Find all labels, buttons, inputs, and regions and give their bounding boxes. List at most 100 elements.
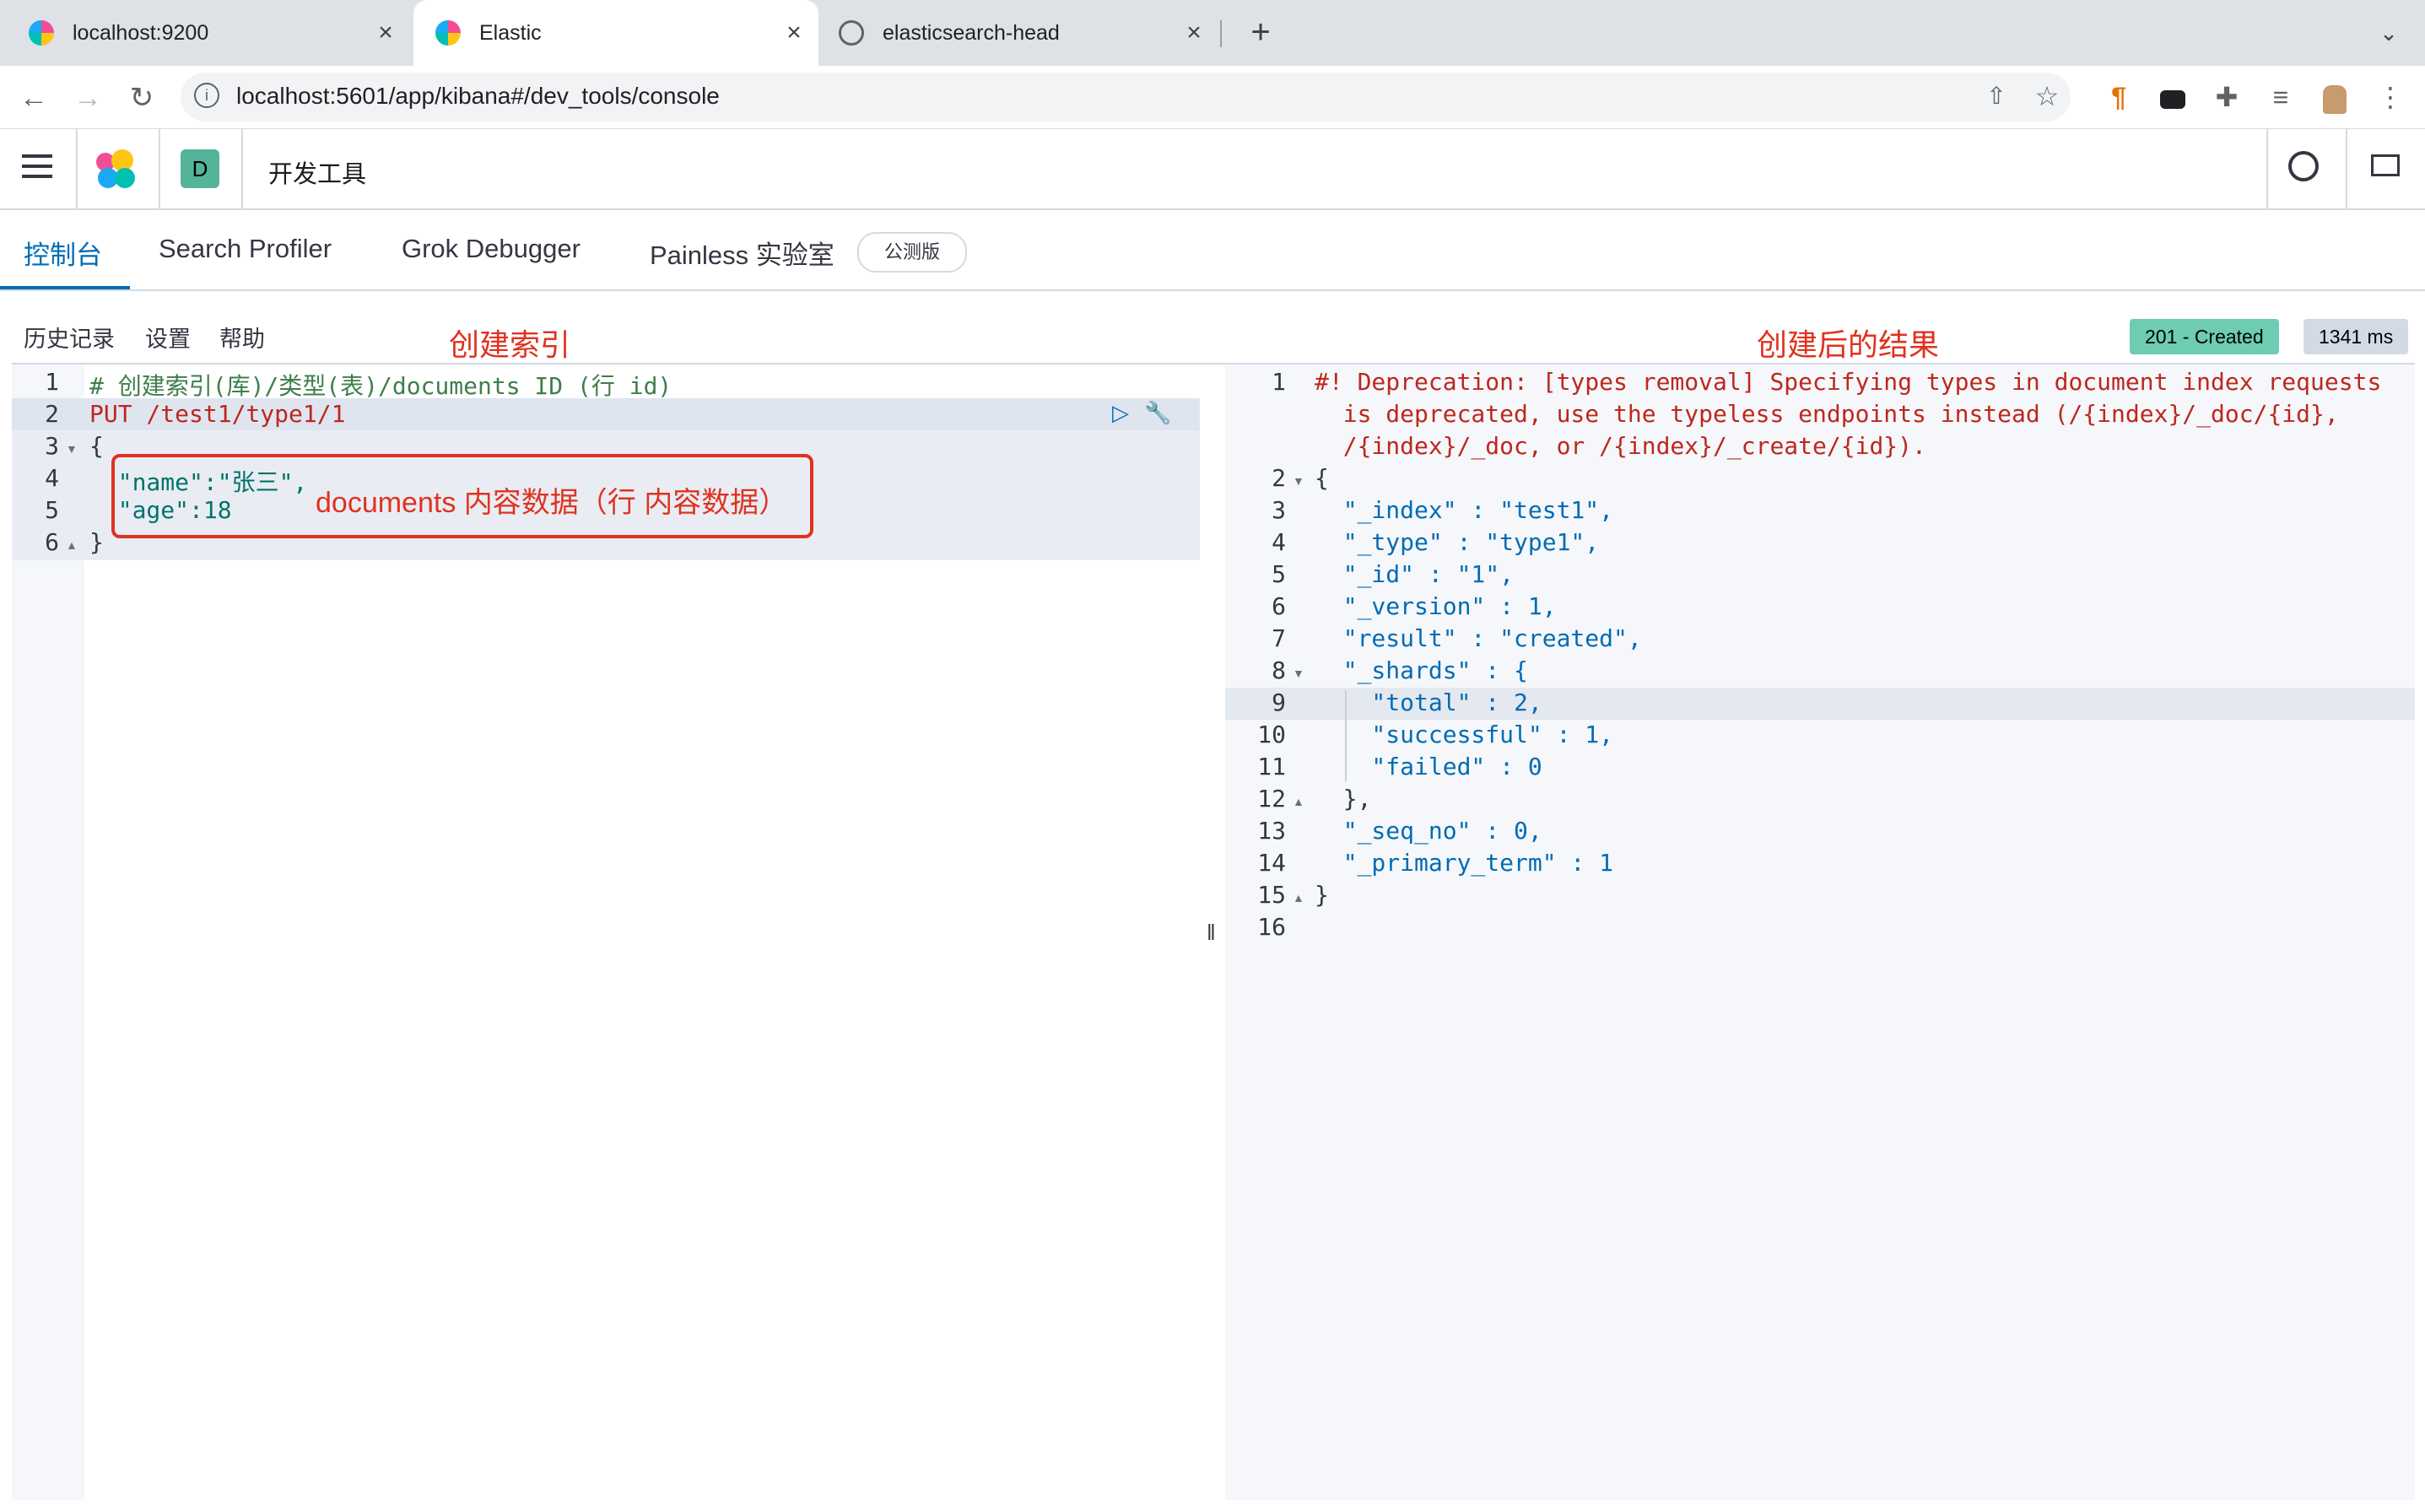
help-lifebuoy-icon[interactable] bbox=[2288, 151, 2319, 181]
line-number: 6 bbox=[45, 528, 59, 556]
resize-handle-icon[interactable]: ‖ bbox=[1207, 920, 1216, 946]
fold-open-icon[interactable]: ▼ bbox=[1293, 667, 1304, 680]
close-icon[interactable]: × bbox=[781, 20, 807, 46]
profile-avatar-icon[interactable] bbox=[2317, 79, 2352, 115]
info-icon[interactable]: i bbox=[194, 83, 219, 108]
line-number: 2 bbox=[45, 400, 59, 428]
code-line: "result" : "created", bbox=[1315, 624, 1642, 652]
response-code: #! Deprecation: [types removal] Specifyi… bbox=[1315, 368, 2381, 945]
header-divider bbox=[159, 129, 160, 208]
code-line-comment: # 创建索引(库)/类型(表)/documents ID (行 id) bbox=[89, 372, 672, 400]
address-bar[interactable]: i localhost:5601/app/kibana#/dev_tools/c… bbox=[181, 73, 2071, 122]
share-icon[interactable]: ⇧ bbox=[1979, 79, 2013, 113]
settings-link[interactable]: 设置 bbox=[145, 321, 191, 354]
code-line: "_type" : "type1", bbox=[1315, 528, 1600, 556]
space-avatar[interactable]: D bbox=[181, 149, 219, 188]
mail-icon[interactable] bbox=[2371, 154, 2400, 176]
code-line: "_shards" : { bbox=[1315, 656, 1528, 684]
history-link[interactable]: 历史记录 bbox=[24, 321, 115, 354]
wrench-actions-icon[interactable]: 🔧 bbox=[1144, 400, 1173, 425]
annotation-documents-note: documents 内容数据（行 内容数据） bbox=[316, 487, 788, 519]
tab-grok-debugger[interactable]: Grok Debugger bbox=[402, 234, 581, 264]
bookmark-star-icon[interactable]: ☆ bbox=[2030, 79, 2064, 113]
fold-open-icon[interactable]: ▼ bbox=[1293, 474, 1304, 488]
indent-guide bbox=[1345, 690, 1347, 781]
devtools-tab-bar: 控制台 Search Profiler Grok Debugger Painle… bbox=[0, 210, 2425, 291]
line-number: 5 bbox=[1272, 560, 1286, 588]
tab-title: Elastic bbox=[479, 20, 542, 45]
tab-separator bbox=[1220, 20, 1222, 47]
header-divider bbox=[2346, 129, 2347, 208]
tab-painless-lab[interactable]: Painless 实验室 bbox=[650, 234, 834, 272]
beta-badge: 公测版 bbox=[857, 232, 968, 273]
header-divider bbox=[241, 129, 243, 208]
elastic-favicon-icon bbox=[435, 20, 461, 46]
tab-title: localhost:9200 bbox=[73, 20, 209, 45]
elastic-logo-icon[interactable] bbox=[96, 149, 137, 190]
forward-arrow-icon[interactable]: → bbox=[71, 81, 105, 115]
request-time-badge: 1341 ms bbox=[2303, 319, 2409, 354]
close-icon[interactable]: × bbox=[373, 20, 398, 46]
close-icon[interactable]: × bbox=[1181, 20, 1207, 46]
kibana-header: D 开发工具 bbox=[0, 129, 2425, 210]
menu-hamburger-icon[interactable] bbox=[22, 154, 52, 180]
active-tab-indicator bbox=[0, 286, 130, 289]
response-line-numbers: 1 2 3 4 5 6 7 8 9 10 11 12 13 14 15 16 bbox=[1239, 368, 1286, 945]
code-line-warning: #! Deprecation: [types removal] Specifyi… bbox=[1315, 368, 2382, 396]
code-line: "_version" : 1, bbox=[1315, 592, 1557, 620]
tab-search-chevron-down-icon[interactable]: ⌄ bbox=[2374, 19, 2403, 47]
line-number: 10 bbox=[1257, 721, 1286, 748]
breadcrumb-title: 开发工具 bbox=[268, 161, 367, 188]
line-number: 1 bbox=[1272, 368, 1286, 396]
line-number: 14 bbox=[1257, 849, 1286, 877]
line-number: 2 bbox=[1272, 464, 1286, 492]
code-line: "_id" : "1", bbox=[1315, 560, 1515, 588]
line-number: 12 bbox=[1257, 785, 1286, 813]
code-line: "total" : 2, bbox=[1315, 688, 1542, 716]
fold-close-icon[interactable]: ▲ bbox=[66, 538, 78, 552]
line-number: 4 bbox=[1272, 528, 1286, 556]
pilcrow-extension-icon[interactable]: ¶ bbox=[2101, 79, 2136, 115]
code-line: { bbox=[1315, 464, 1329, 492]
url-text: localhost:5601/app/kibana#/dev_tools/con… bbox=[236, 83, 720, 109]
reload-icon[interactable]: ↻ bbox=[125, 81, 159, 115]
browser-tab-elastic[interactable]: Elastic × bbox=[413, 0, 818, 66]
elasticsearch-favicon-icon bbox=[29, 20, 54, 46]
tab-search-profiler[interactable]: Search Profiler bbox=[159, 234, 332, 264]
tab-console[interactable]: 控制台 bbox=[24, 234, 102, 272]
browser-tab-localhost[interactable]: localhost:9200 × bbox=[0, 0, 410, 66]
header-divider bbox=[76, 129, 78, 208]
line-number: 4 bbox=[45, 464, 59, 492]
tab-title: elasticsearch-head bbox=[883, 20, 1060, 45]
help-link[interactable]: 帮助 bbox=[219, 321, 265, 354]
line-number: 16 bbox=[1257, 913, 1286, 941]
extensions-puzzle-icon[interactable]: ✚ bbox=[2209, 79, 2244, 115]
line-number: 8 bbox=[1272, 656, 1286, 684]
request-line-numbers: 1 2 3 4 5 6 bbox=[12, 368, 59, 560]
more-vertical-icon[interactable]: ⋮ bbox=[2373, 79, 2408, 115]
fold-open-icon[interactable]: ▼ bbox=[66, 442, 78, 456]
code-line-method: PUT /test1/type1/1 bbox=[89, 400, 346, 428]
fold-close-icon[interactable]: ▲ bbox=[1293, 795, 1304, 808]
header-divider bbox=[2266, 129, 2268, 208]
browser-tab-elasticsearch-head[interactable]: elasticsearch-head × bbox=[822, 0, 1218, 66]
media-queue-icon[interactable]: ≡ bbox=[2263, 79, 2298, 115]
line-number: 6 bbox=[1272, 592, 1286, 620]
code-line: } bbox=[1315, 881, 1329, 909]
line-number: 11 bbox=[1257, 753, 1286, 780]
fold-close-icon[interactable]: ▲ bbox=[1293, 891, 1304, 904]
extension-glasses-icon[interactable] bbox=[2155, 79, 2190, 115]
new-tab-plus-icon[interactable]: + bbox=[1244, 15, 1277, 49]
line-number: 3 bbox=[1272, 496, 1286, 524]
code-line-warning: is deprecated, use the typeless endpoint… bbox=[1315, 400, 2339, 428]
browser-tab-strip: localhost:9200 × Elastic × elasticsearch… bbox=[0, 0, 2425, 66]
send-request-play-icon[interactable]: ▷ bbox=[1112, 400, 1137, 425]
globe-icon bbox=[839, 20, 864, 46]
code-line: "_index" : "test1", bbox=[1315, 496, 1614, 524]
code-line: "_primary_term" : 1 bbox=[1315, 849, 1614, 877]
line-number: 5 bbox=[45, 496, 59, 524]
line-number: 1 bbox=[45, 368, 59, 396]
line-number: 7 bbox=[1272, 624, 1286, 652]
back-arrow-icon[interactable]: ← bbox=[17, 81, 51, 115]
annotation-result: 创建后的结果 bbox=[1757, 327, 1940, 362]
